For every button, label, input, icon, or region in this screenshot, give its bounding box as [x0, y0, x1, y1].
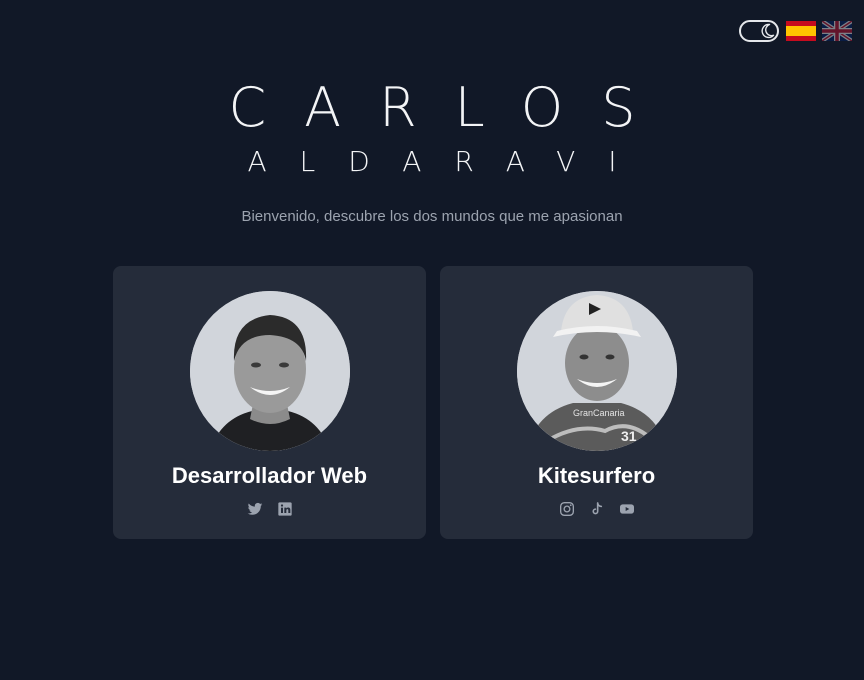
theme-toggle[interactable] — [739, 20, 779, 42]
youtube-icon[interactable] — [619, 501, 635, 517]
last-name-heading: ALDARAVI — [247, 145, 650, 178]
tiktok-icon[interactable] — [589, 501, 605, 517]
welcome-subtitle: Bienvenido, descubre los dos mundos que … — [241, 208, 623, 225]
web-developer-avatar — [189, 291, 350, 451]
profile-cards: Desarrollador Web GranCanaria 31 Kitesur… — [113, 266, 753, 539]
kitesurfer-avatar: GranCanaria 31 — [516, 291, 677, 451]
web-developer-social-links — [247, 501, 293, 517]
uk-flag-icon[interactable] — [822, 21, 852, 41]
svg-text:31: 31 — [621, 428, 637, 444]
hero: CARLOS ALDARAVI Bienvenido, descubre los… — [0, 76, 864, 226]
first-name-heading: CARLOS — [228, 76, 674, 139]
kitesurfer-social-links — [559, 501, 635, 517]
web-developer-title: Desarrollador Web — [171, 463, 368, 488]
kitesurfer-card[interactable]: GranCanaria 31 Kitesurfero — [440, 266, 753, 539]
linkedin-icon[interactable] — [277, 501, 293, 517]
web-developer-card[interactable]: Desarrollador Web — [113, 266, 426, 539]
instagram-icon[interactable] — [559, 501, 575, 517]
spain-flag-icon[interactable] — [786, 21, 816, 41]
moon-icon — [761, 23, 775, 39]
kitesurfer-title: Kitesurfero — [537, 463, 656, 488]
top-controls — [739, 20, 852, 42]
twitter-icon[interactable] — [247, 501, 263, 517]
svg-text:GranCanaria: GranCanaria — [573, 408, 625, 418]
